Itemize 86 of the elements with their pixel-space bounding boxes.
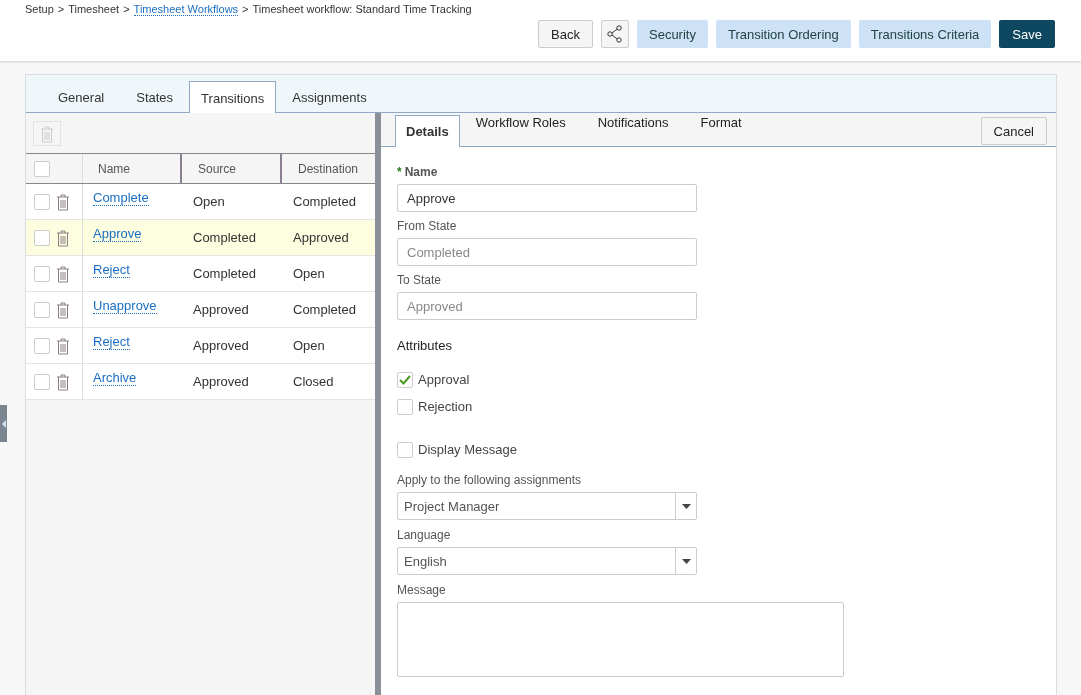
table-cell: Closed	[293, 374, 334, 389]
tab[interactable]: Format	[684, 115, 758, 146]
table-row[interactable]: Unapprove Approved Completed	[26, 292, 375, 328]
column-resize-handle[interactable]	[280, 154, 282, 183]
toolbar-button[interactable]: Transition Ordering	[715, 20, 851, 48]
table-cell: Open	[293, 266, 325, 281]
breadcrumb-separator: >	[242, 3, 249, 15]
save-button[interactable]: Save	[999, 20, 1055, 48]
table-cell: Approved	[193, 374, 249, 389]
share-icon	[607, 25, 623, 43]
field-label: From State	[397, 219, 457, 233]
dropdown[interactable]: Project Manager	[397, 492, 697, 520]
row-checkbox[interactable]	[34, 373, 50, 390]
table-cell: Approved	[193, 338, 249, 353]
table-row[interactable]: Approve Completed Approved	[26, 220, 375, 256]
column-header[interactable]: Destination	[298, 161, 359, 176]
table-row[interactable]: Reject Approved Open	[26, 328, 375, 364]
transition-link[interactable]: Unapprove	[93, 299, 157, 314]
table-cell: Approved	[293, 230, 349, 245]
field-label: Apply to the following assignments	[397, 473, 582, 487]
tab[interactable]: Workflow Roles	[459, 115, 582, 146]
transition-link[interactable]: Approve	[93, 227, 142, 242]
input-field[interactable]: Approve	[397, 184, 697, 212]
collapse-handle[interactable]	[0, 405, 7, 442]
table-cell: Completed	[293, 302, 356, 317]
breadcrumb-item: Timesheet workflow: Standard Time Tracking	[252, 3, 472, 15]
table-cell: Completed	[193, 230, 256, 245]
breadcrumb-separator: >	[57, 3, 65, 15]
table-cell: Completed	[293, 194, 356, 209]
share-button[interactable]	[601, 20, 629, 48]
back-button[interactable]: Back	[538, 20, 593, 48]
column-resize-handle[interactable]	[180, 154, 182, 183]
tab[interactable]: Notifications	[581, 115, 685, 146]
column-header[interactable]: Name	[98, 161, 130, 176]
table-cell: Open	[293, 338, 325, 353]
trash-icon[interactable]	[56, 372, 70, 391]
breadcrumb-separator: >	[123, 3, 130, 15]
column-header[interactable]: Source	[198, 161, 237, 176]
table-row[interactable]: Archive Approved Closed	[26, 364, 375, 400]
trash-icon[interactable]	[56, 336, 70, 355]
row-checkbox[interactable]	[34, 265, 50, 282]
row-checkbox[interactable]	[34, 229, 50, 246]
breadcrumb-link[interactable]: Timesheet Workflows	[133, 3, 239, 16]
trash-icon[interactable]	[56, 264, 70, 283]
section-heading: Attributes	[397, 338, 453, 353]
tab[interactable]: Transitions	[189, 81, 277, 114]
field-label: Language	[397, 528, 451, 542]
table-cell: Completed	[193, 266, 256, 281]
breadcrumb-item: Timesheet	[68, 3, 120, 15]
table-row[interactable]: Reject Completed Open	[26, 256, 375, 292]
required-marker: *	[397, 165, 402, 179]
cancel-button[interactable]: Cancel	[980, 117, 1047, 145]
field-label: Name	[404, 165, 438, 179]
tab[interactable]: Assignments	[276, 81, 383, 113]
table-cell: Open	[193, 194, 225, 209]
toolbar-button[interactable]: Transitions Criteria	[858, 20, 992, 48]
toolbar-button[interactable]: Security	[637, 20, 708, 48]
field-label: To State	[397, 273, 442, 287]
checkbox[interactable]	[397, 398, 413, 415]
tab[interactable]: States	[120, 81, 190, 113]
transition-link[interactable]: Reject	[93, 335, 130, 350]
checkbox-label: Rejection	[418, 399, 473, 414]
checkbox-label: Display Message	[418, 442, 517, 457]
tab[interactable]: General	[42, 81, 121, 113]
message-field[interactable]	[397, 602, 844, 677]
breadcrumb-item: Setup	[25, 3, 54, 15]
trash-icon	[40, 124, 54, 143]
row-checkbox[interactable]	[34, 337, 50, 354]
row-checkbox[interactable]	[34, 193, 50, 210]
select-all-checkbox[interactable]	[34, 160, 50, 177]
tab[interactable]: Details	[395, 115, 460, 147]
trash-icon[interactable]	[56, 228, 70, 247]
row-checkbox[interactable]	[34, 301, 50, 318]
trash-icon[interactable]	[56, 192, 70, 211]
transition-link[interactable]: Reject	[93, 263, 130, 278]
transition-link[interactable]: Archive	[93, 371, 137, 386]
field-label: Message	[397, 583, 446, 597]
table-row[interactable]: Complete Open Completed	[26, 184, 375, 220]
trash-icon[interactable]	[56, 300, 70, 319]
checkbox[interactable]	[397, 371, 413, 388]
splitter[interactable]	[375, 113, 381, 695]
transition-link[interactable]: Complete	[93, 191, 149, 206]
checkbox-label: Approval	[418, 372, 470, 387]
table-cell: Approved	[193, 302, 249, 317]
checkbox[interactable]	[397, 441, 413, 458]
dropdown[interactable]: English	[397, 547, 697, 575]
